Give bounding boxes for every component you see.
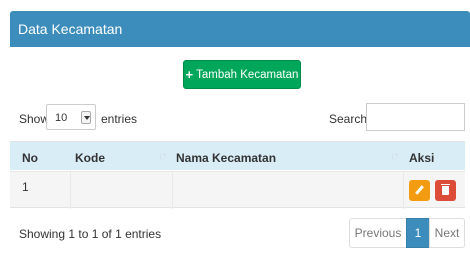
add-kecamatan-label: Tambah Kecamatan (196, 68, 299, 81)
column-divider (172, 172, 173, 209)
column-header-no[interactable]: No (22, 151, 38, 165)
table-header: No Kode ↓↑ Nama Kecamatan ↓↑ Aksi (10, 141, 465, 170)
pagination-next[interactable]: Next (429, 218, 465, 248)
sort-icon: ↓↑ (158, 151, 167, 162)
table-row: 1 (10, 171, 465, 209)
column-header-kode[interactable]: Kode (75, 151, 105, 165)
column-divider (403, 172, 404, 209)
show-label: Show (19, 112, 50, 126)
entries-length-value: 10 (55, 112, 68, 124)
search-label: Search: (329, 112, 371, 126)
pagination-page-1[interactable]: 1 (406, 218, 430, 248)
column-header-nama-kecamatan[interactable]: Nama Kecamatan (176, 151, 276, 165)
cell-no: 1 (22, 180, 29, 194)
trash-icon (441, 184, 450, 195)
entries-length-select[interactable]: 10 (46, 104, 96, 130)
search-input[interactable] (366, 103, 465, 131)
edit-button[interactable] (409, 180, 430, 201)
data-kecamatan-panel: Data Kecamatan + Tambah Kecamatan Show 1… (0, 0, 470, 259)
add-kecamatan-button[interactable]: + Tambah Kecamatan (183, 60, 301, 89)
column-header-aksi: Aksi (409, 151, 435, 165)
table-info: Showing 1 to 1 of 1 entries (19, 227, 162, 241)
panel-header: Data Kecamatan (10, 11, 470, 47)
pencil-icon (415, 185, 424, 195)
panel-title: Data Kecamatan (18, 21, 123, 37)
sort-icon: ↓↑ (390, 151, 399, 162)
pagination-previous[interactable]: Previous (349, 218, 407, 248)
plus-icon: + (185, 67, 194, 82)
entries-label: entries (101, 112, 138, 126)
chevron-down-icon (81, 111, 91, 124)
column-divider (70, 172, 71, 209)
delete-button[interactable] (435, 180, 456, 201)
